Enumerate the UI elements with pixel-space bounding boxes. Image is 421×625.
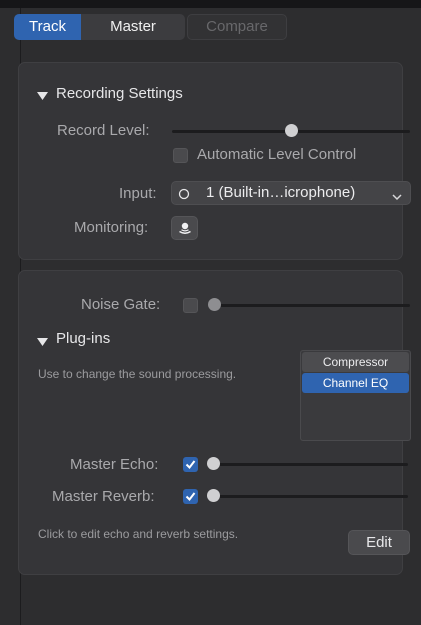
plugin-list[interactable]: Compressor Channel EQ xyxy=(300,350,411,441)
master-reverb-label: Master Reverb: xyxy=(52,488,155,505)
mono-input-icon xyxy=(178,187,190,205)
monitoring-button[interactable] xyxy=(171,216,198,240)
plugins-title: Plug-ins xyxy=(56,330,111,347)
noise-gate-label: Noise Gate: xyxy=(81,296,161,313)
edit-note: Click to edit echo and reverb settings. xyxy=(38,527,239,541)
noise-gate-slider-track[interactable] xyxy=(212,304,410,307)
monitoring-icon xyxy=(177,221,193,241)
noise-gate-slider-knob[interactable] xyxy=(208,298,221,311)
edit-button[interactable]: Edit xyxy=(348,530,410,555)
window-top-edge xyxy=(0,0,421,8)
noise-gate-checkbox[interactable] xyxy=(183,298,198,313)
master-echo-slider-knob[interactable] xyxy=(207,457,220,470)
input-value: 1 (Built-in…icrophone) xyxy=(206,184,356,201)
automatic-level-control-label: Automatic Level Control xyxy=(197,146,357,163)
input-popup[interactable]: 1 (Built-in…icrophone) xyxy=(171,181,411,205)
plugin-compressor[interactable]: Compressor xyxy=(302,352,409,372)
plugins-description: Use to change the sound processing. xyxy=(38,367,237,381)
tab-track[interactable]: Track xyxy=(14,14,81,40)
input-label: Input: xyxy=(119,185,157,202)
monitoring-label: Monitoring: xyxy=(74,219,149,236)
master-reverb-checkbox[interactable] xyxy=(183,489,198,504)
record-level-slider-knob[interactable] xyxy=(284,124,298,137)
disclosure-triangle-icon[interactable] xyxy=(37,334,48,352)
record-level-label: Record Level: xyxy=(57,122,150,139)
recording-settings-title: Recording Settings xyxy=(56,85,183,102)
tab-master[interactable]: Master xyxy=(81,14,185,40)
compare-button[interactable]: Compare xyxy=(187,14,287,40)
master-echo-slider-track[interactable] xyxy=(212,463,408,466)
automatic-level-control-checkbox[interactable] xyxy=(173,148,188,163)
chevron-down-icon xyxy=(392,188,402,206)
master-reverb-slider-track[interactable] xyxy=(212,495,408,498)
plugin-channel-eq[interactable]: Channel EQ xyxy=(302,373,409,393)
master-reverb-slider-knob[interactable] xyxy=(207,489,220,502)
master-echo-checkbox[interactable] xyxy=(183,457,198,472)
disclosure-triangle-icon[interactable] xyxy=(37,88,48,106)
master-echo-label: Master Echo: xyxy=(70,456,159,473)
